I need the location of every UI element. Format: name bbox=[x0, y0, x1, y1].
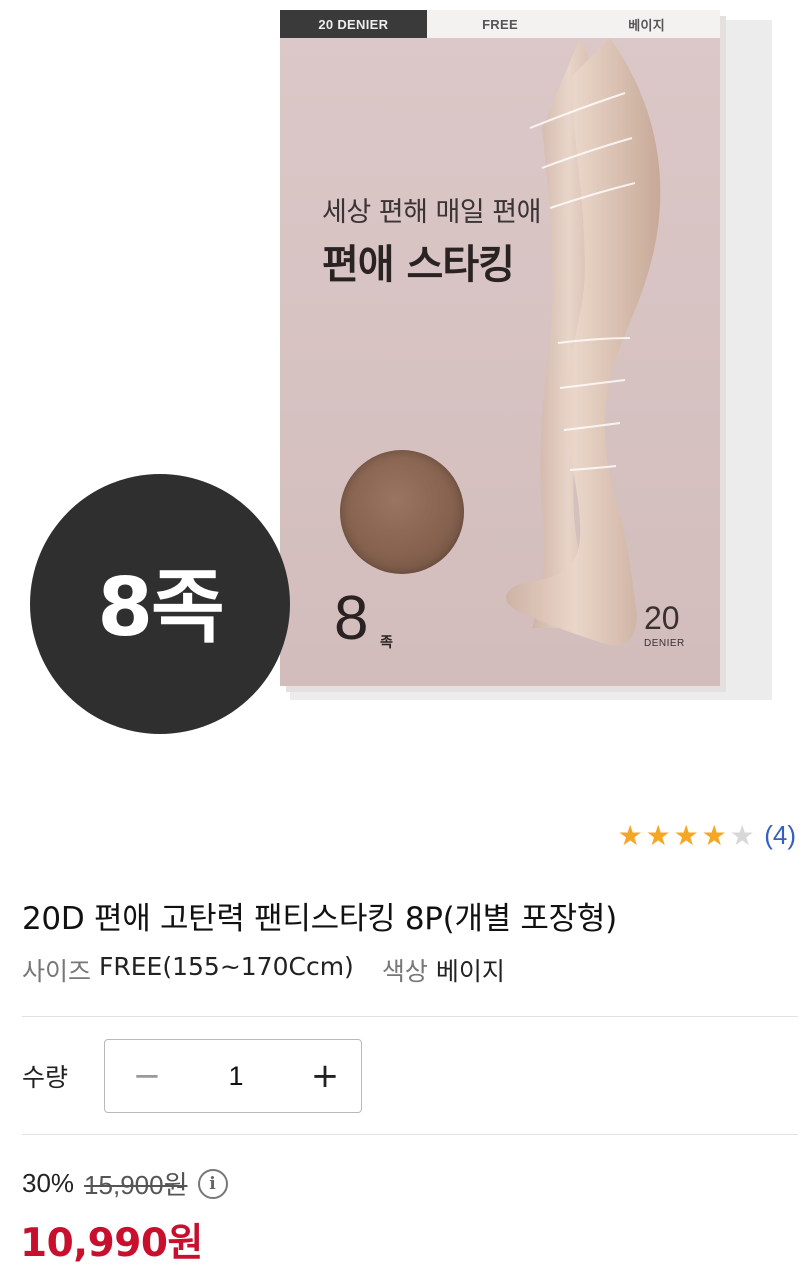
sale-price: 10,990원 bbox=[20, 1221, 203, 1266]
star-icon: ★ bbox=[701, 818, 727, 852]
package-tab-color: 베이지 bbox=[573, 10, 721, 38]
review-count-link[interactable]: (4) bbox=[764, 820, 796, 851]
color-swatch bbox=[340, 450, 464, 574]
package-tab-bar: 20 DENIER FREE 베이지 bbox=[280, 10, 721, 38]
pack-count-badge-text: 8족 bbox=[97, 561, 224, 654]
option-color-label: 색상 bbox=[381, 957, 428, 986]
package-tab-size: FREE bbox=[426, 10, 574, 38]
price-row: 30% 15,900원 i bbox=[22, 1165, 228, 1202]
quantity-increase-button[interactable]: + bbox=[305, 1059, 345, 1093]
quantity-value[interactable]: 1 bbox=[228, 1061, 243, 1092]
quantity-stepper: − 1 + bbox=[104, 1039, 362, 1113]
option-size-value: FREE(155~170Ccm) bbox=[99, 952, 354, 981]
package-denier-value: 20 bbox=[644, 600, 680, 636]
quantity-label: 수량 bbox=[22, 1063, 69, 1092]
original-price: 15,900원 bbox=[84, 1170, 188, 1200]
star-icon: ★ bbox=[645, 818, 671, 852]
product-image[interactable]: 20 DENIER FREE 베이지 세상 편해 매일 편애 편애 스타킹 8 … bbox=[0, 0, 806, 770]
option-color-value: 베이지 bbox=[435, 957, 505, 986]
package-denier-label: DENIER bbox=[644, 638, 685, 649]
star-empty-icon: ★ bbox=[729, 818, 755, 852]
rating[interactable]: ★ ★ ★ ★ ★ (4) bbox=[616, 820, 796, 851]
package-headline-sub: 세상 편해 매일 편애 bbox=[322, 197, 541, 228]
package-tab-denier: 20 DENIER bbox=[280, 10, 427, 38]
package-count-unit: 족 bbox=[380, 635, 393, 651]
pack-count-badge: 8족 bbox=[30, 474, 290, 734]
package-count: 8 bbox=[334, 584, 369, 653]
star-icon: ★ bbox=[617, 818, 643, 852]
package-headline-main: 편애 스타킹 bbox=[322, 242, 515, 288]
price-info-icon[interactable]: i bbox=[197, 1168, 228, 1199]
discount-rate: 30% bbox=[22, 1168, 75, 1198]
option-spacer bbox=[354, 952, 382, 988]
product-title: 20D 편애 고탄력 팬티스타킹 8P(개별 포장형) bbox=[22, 901, 617, 937]
option-size-label: 사이즈 bbox=[22, 957, 92, 986]
quantity-decrease-button[interactable]: − bbox=[127, 1059, 167, 1093]
star-icon: ★ bbox=[673, 818, 699, 852]
selected-options: 사이즈 FREE(155~170Ccm) 색상 베이지 bbox=[22, 952, 505, 988]
product-package: 20 DENIER FREE 베이지 세상 편해 매일 편애 편애 스타킹 8 … bbox=[280, 10, 721, 686]
divider bbox=[22, 1016, 798, 1017]
divider bbox=[22, 1134, 798, 1135]
